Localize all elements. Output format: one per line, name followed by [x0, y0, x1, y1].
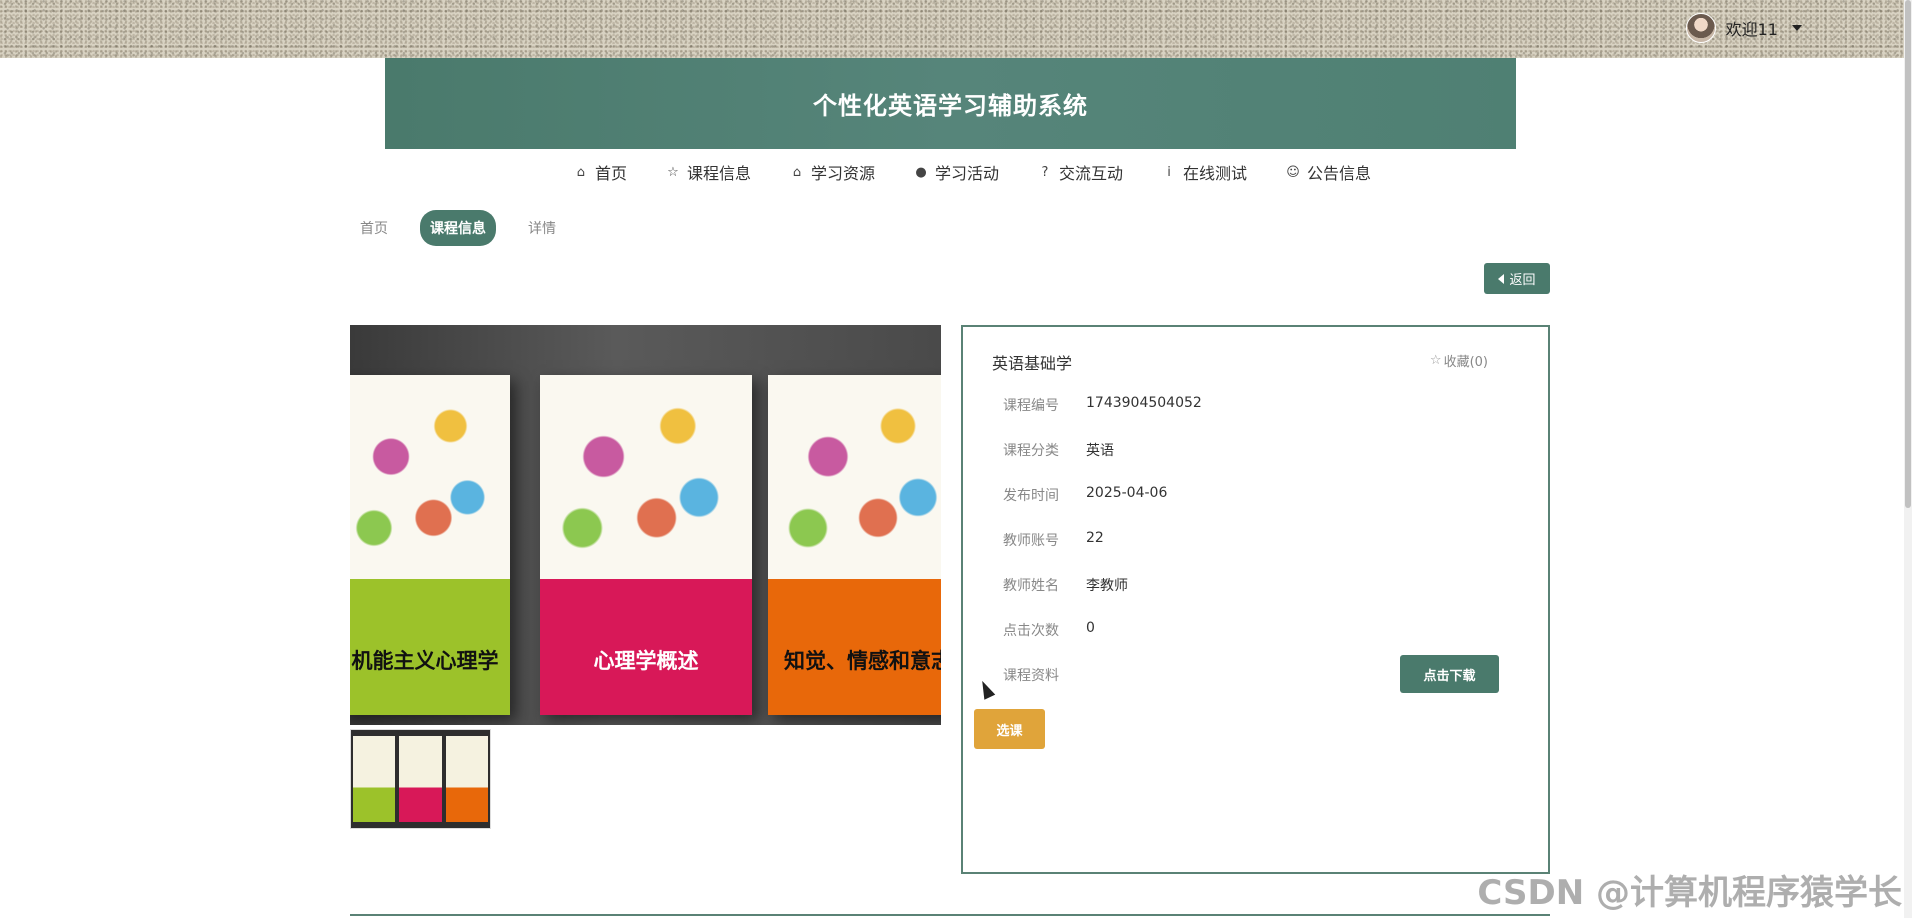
info-row-category: 课程分类 英语	[1003, 440, 1114, 460]
nav-item-activities[interactable]: ● 学习活动	[913, 160, 999, 184]
info-label: 课程资料	[1003, 668, 1059, 684]
nav-label: 课程信息	[686, 164, 751, 183]
back-label: 返回	[1509, 273, 1536, 288]
book-title: 知觉、情感和意志	[784, 649, 941, 673]
nav-label: 公告信息	[1307, 164, 1372, 183]
info-value: 1743904504052	[1086, 395, 1202, 411]
course-info-panel: 英语基础学 ☆ 收藏(0) 课程编号 1743904504052 课程分类 英语…	[961, 325, 1550, 874]
smile-icon: ☺	[1286, 164, 1300, 180]
course-title: 英语基础学	[992, 354, 1073, 373]
info-label: 教师账号	[1003, 533, 1059, 549]
welcome-text[interactable]: 欢迎11	[1726, 16, 1778, 40]
info-label: 课程分类	[1003, 443, 1059, 459]
star-outline-icon: ☆	[1429, 353, 1442, 368]
nav-label: 学习资源	[810, 164, 875, 183]
info-value: 2025-04-06	[1086, 485, 1168, 501]
back-button[interactable]: 返回	[1484, 263, 1550, 294]
download-button[interactable]: 点击下载	[1400, 655, 1499, 693]
book-title: 机能主义心理学	[351, 649, 499, 673]
info-value: 22	[1086, 530, 1104, 546]
breadcrumb: 首页 课程信息 详情	[350, 210, 566, 246]
breadcrumb-detail: 详情	[528, 221, 556, 237]
nav-item-resources[interactable]: ⌂ 学习资源	[789, 160, 875, 184]
select-course-button[interactable]: 选课	[974, 709, 1045, 749]
breadcrumb-course-info[interactable]: 课程信息	[420, 210, 496, 246]
bag-icon: ⌂	[792, 164, 802, 180]
back-arrow-icon	[1498, 273, 1505, 284]
info-row-course-id: 课程编号 1743904504052	[1003, 395, 1202, 415]
info-label: 发布时间	[1003, 488, 1059, 504]
info-row-clicks: 点击次数 0	[1003, 620, 1095, 640]
scrollbar[interactable]	[1904, 0, 1912, 918]
nav-item-home[interactable]: ⌂ 首页	[573, 160, 627, 184]
book-cover: 心理学概述	[540, 375, 752, 715]
divider	[350, 914, 1550, 916]
avatar[interactable]	[1685, 13, 1716, 43]
image-thumbnail[interactable]	[350, 729, 491, 829]
breadcrumb-home[interactable]: 首页	[350, 210, 398, 246]
caret-down-icon[interactable]	[1792, 25, 1802, 31]
site-header: 个性化英语学习辅助系统	[385, 58, 1516, 149]
info-row-teacher-account: 教师账号 22	[1003, 530, 1104, 550]
nav-item-online-test[interactable]: i 在线测试	[1161, 160, 1247, 184]
info-label: 课程编号	[1003, 398, 1059, 414]
nav-label: 在线测试	[1183, 164, 1248, 183]
info-row-teacher-name: 教师姓名 李教师	[1003, 575, 1128, 595]
info-icon: i	[1167, 164, 1171, 180]
info-label: 教师姓名	[1003, 578, 1059, 594]
favorite-label: 收藏(0)	[1443, 355, 1488, 370]
home-icon: ⌂	[576, 164, 586, 180]
alert-icon: ●	[915, 164, 927, 180]
star-icon: ☆	[667, 164, 679, 180]
nav-label: 学习活动	[934, 164, 999, 183]
book-cover: 机能主义心理学	[350, 375, 510, 715]
info-row-materials: 课程资料	[1003, 665, 1086, 685]
watermark: CSDN @计算机程序猿学长	[1477, 873, 1902, 913]
book-title: 心理学概述	[593, 649, 699, 673]
info-label: 点击次数	[1003, 623, 1059, 639]
scrollbar-thumb[interactable]	[1905, 0, 1911, 508]
site-title: 个性化英语学习辅助系统	[813, 92, 1088, 120]
top-banner	[0, 0, 1904, 58]
nav-label: 交流互动	[1059, 164, 1124, 183]
main-nav: ⌂ 首页 ☆ 课程信息 ⌂ 学习资源 ● 学习活动 ? 交流互动 i 在线测试 …	[0, 160, 1904, 184]
question-icon: ?	[1041, 164, 1049, 180]
info-value: 李教师	[1086, 578, 1128, 594]
nav-item-course-info[interactable]: ☆ 课程信息	[665, 160, 751, 184]
course-main-image: 机能主义心理学 心理学概述 知觉、情感和意志	[350, 325, 941, 725]
nav-item-interaction[interactable]: ? 交流互动	[1037, 160, 1123, 184]
info-row-publish-date: 发布时间 2025-04-06	[1003, 485, 1167, 505]
info-value: 英语	[1086, 443, 1114, 459]
nav-item-announcements[interactable]: ☺ 公告信息	[1285, 160, 1371, 184]
info-value: 0	[1086, 620, 1095, 636]
user-menu[interactable]: 欢迎11	[1685, 13, 1802, 43]
nav-label: 首页	[594, 164, 627, 183]
favorite-button[interactable]: ☆ 收藏(0)	[1430, 351, 1488, 370]
book-cover: 知觉、情感和意志	[768, 375, 941, 715]
